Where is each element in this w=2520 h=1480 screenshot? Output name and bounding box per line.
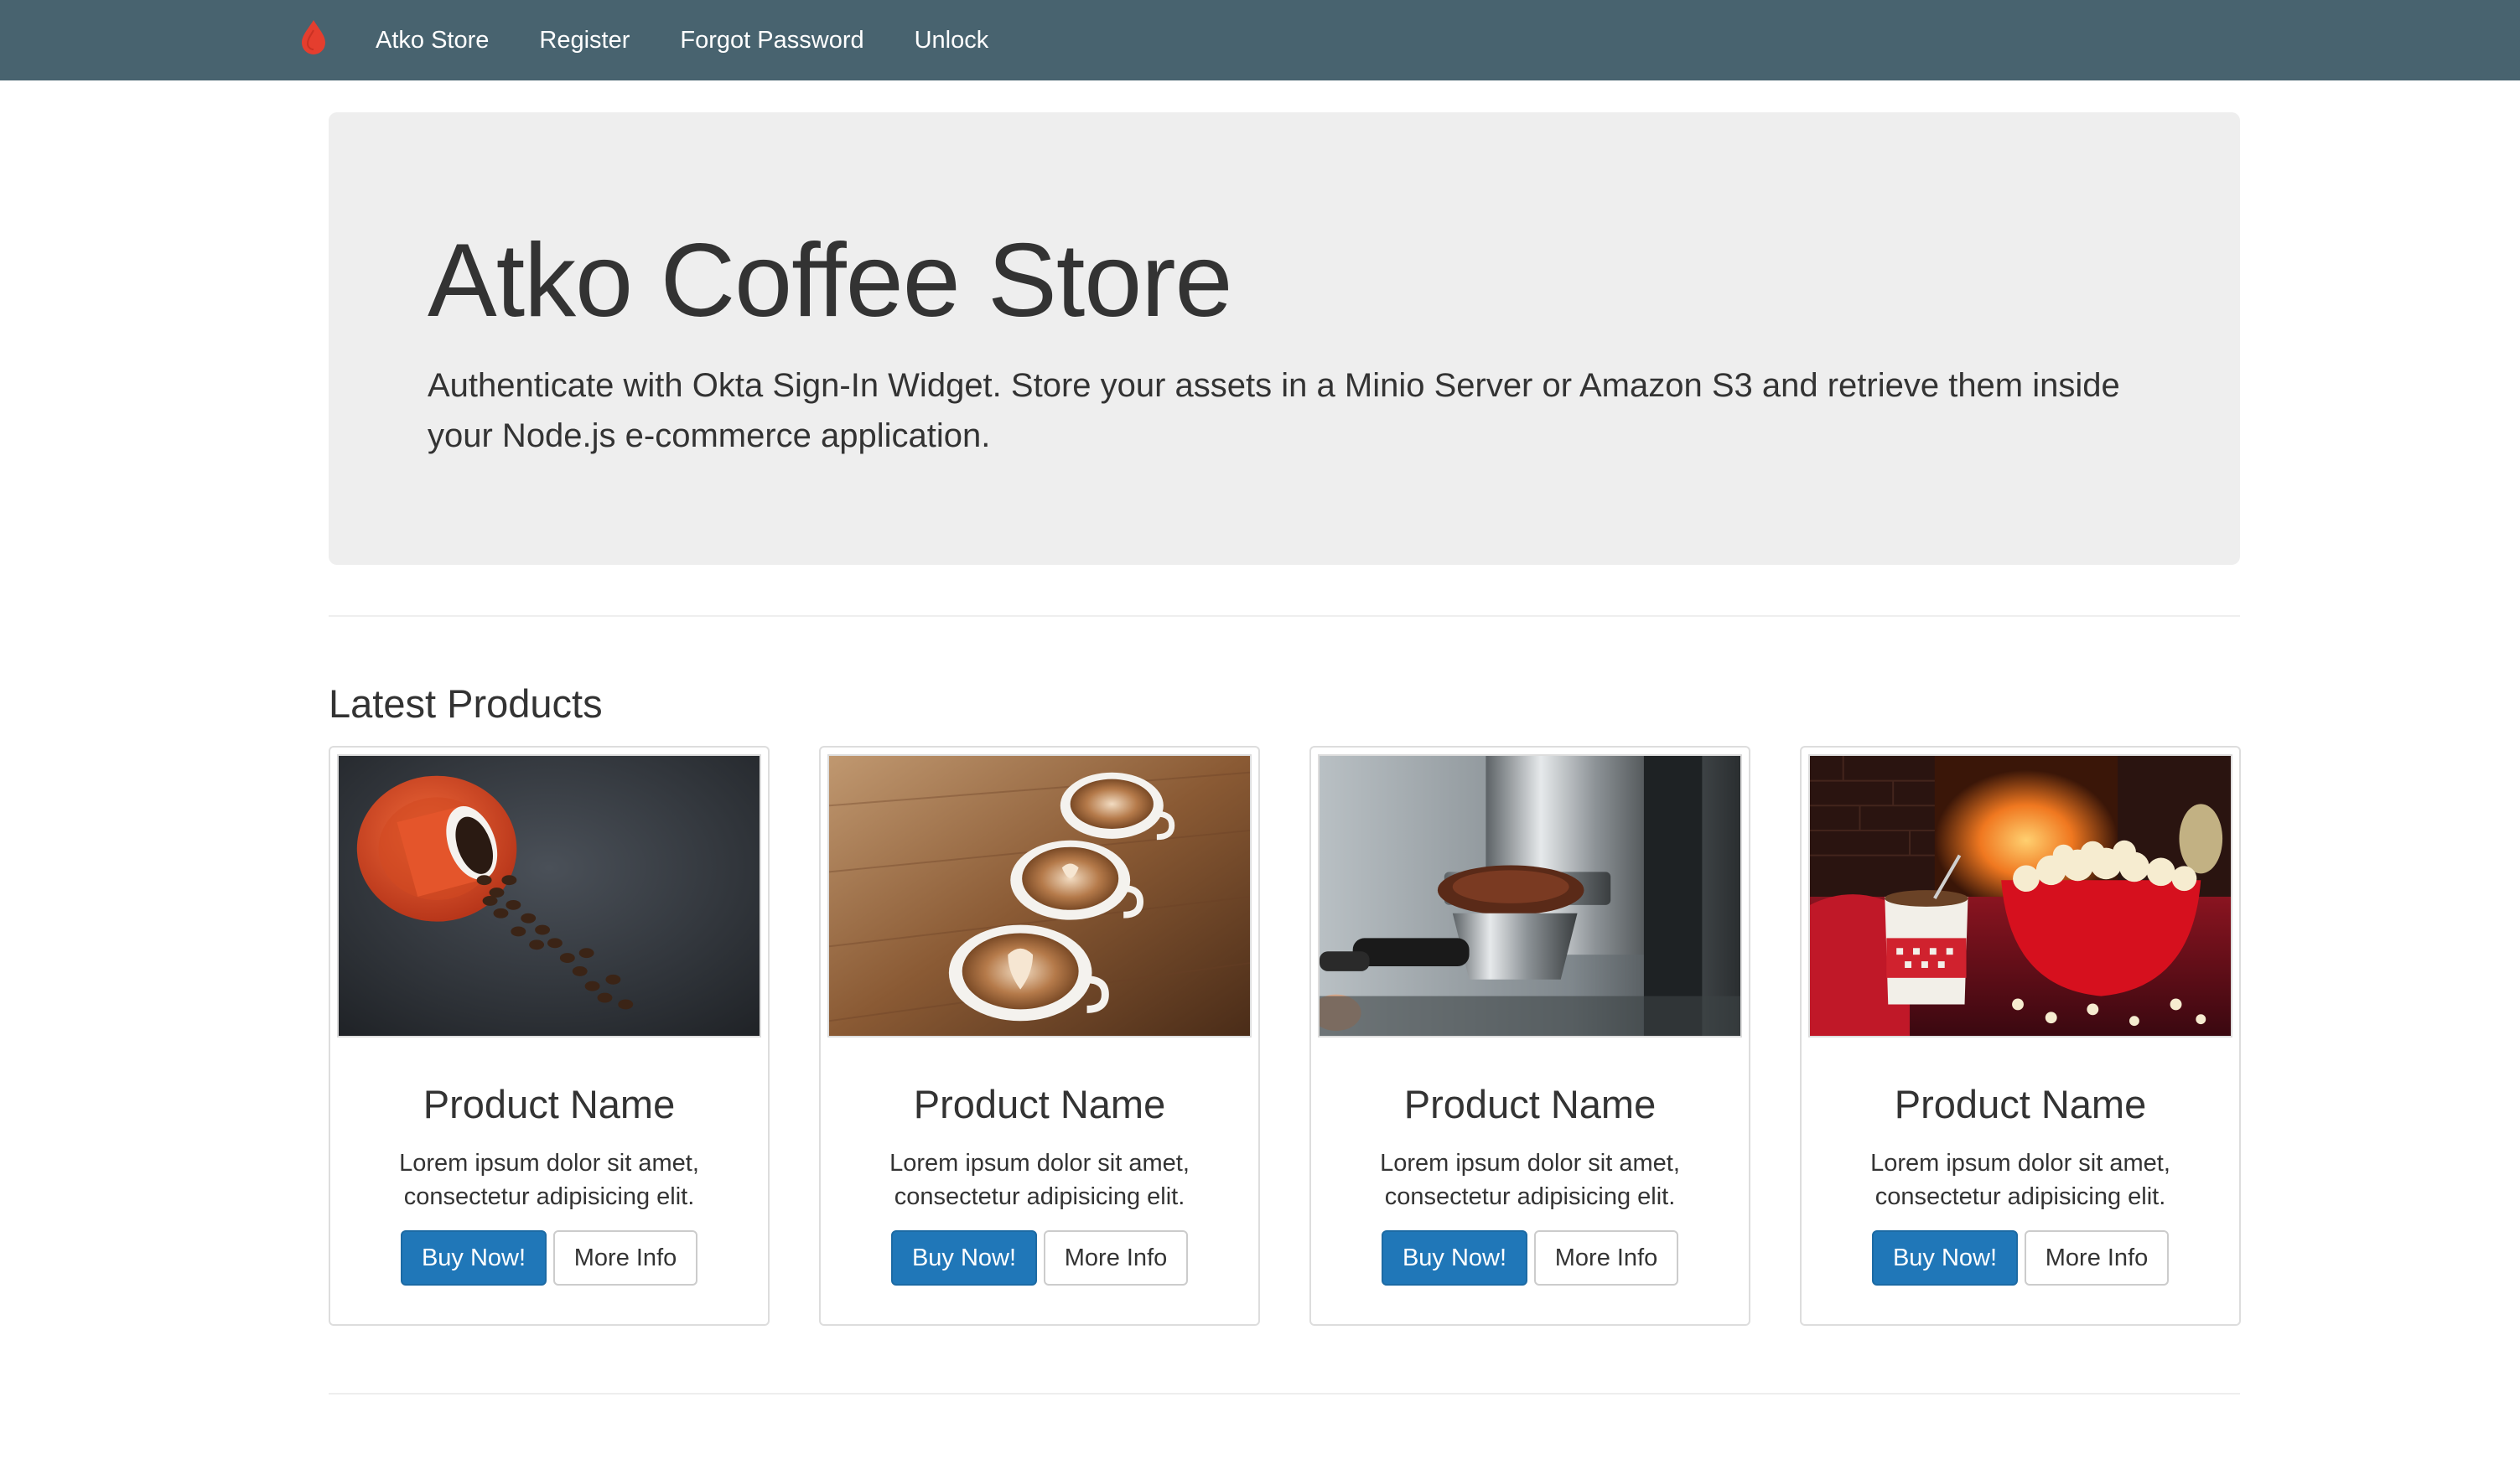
product-actions: Buy Now! More Info [1802, 1230, 2239, 1286]
product-description: Lorem ipsum dolor sit amet, consectetur … [1380, 1150, 1680, 1210]
product-image[interactable] [337, 754, 761, 1038]
drop-icon[interactable] [298, 18, 329, 55]
product-name: Product Name [1403, 1082, 1657, 1126]
product-actions: Buy Now! More Info [1311, 1230, 1749, 1286]
product-image[interactable] [827, 754, 1252, 1038]
product-name: Product Name [913, 1082, 1166, 1126]
latte-art-cups-photo [829, 756, 1250, 1036]
product-image[interactable] [1808, 754, 2232, 1038]
product-card: Product Name Lorem ipsum dolor sit amet,… [1800, 746, 2241, 1326]
product-card: Product Name Lorem ipsum dolor sit amet,… [819, 746, 1260, 1326]
more-info-button[interactable]: More Info [553, 1230, 697, 1286]
spilled-coffee-beans-cup-photo [339, 756, 760, 1036]
product-description: Lorem ipsum dolor sit amet, consectetur … [889, 1150, 1190, 1210]
product-description: Lorem ipsum dolor sit amet, consectetur … [399, 1150, 699, 1210]
latest-products-heading: Latest Products [329, 681, 603, 726]
buy-now-button[interactable]: Buy Now! [1382, 1230, 1527, 1286]
buy-now-button[interactable]: Buy Now! [1872, 1230, 2018, 1286]
buy-now-button[interactable]: Buy Now! [401, 1230, 547, 1286]
product-description: Lorem ipsum dolor sit amet, consectetur … [1870, 1150, 2170, 1210]
nav-link-atko-store[interactable]: Atko Store [376, 27, 489, 54]
buy-now-button[interactable]: Buy Now! [891, 1230, 1037, 1286]
product-name: Product Name [1894, 1082, 2147, 1126]
product-name: Product Name [423, 1082, 676, 1126]
divider [329, 1393, 2240, 1395]
product-image[interactable] [1318, 754, 1742, 1038]
divider [329, 615, 2240, 617]
page-title: Atko Coffee Store [428, 223, 1232, 339]
product-actions: Buy Now! More Info [330, 1230, 768, 1286]
nav-link-forgot-password[interactable]: Forgot Password [680, 27, 863, 54]
product-card: Product Name Lorem ipsum dolor sit amet,… [329, 746, 770, 1326]
more-info-button[interactable]: More Info [2025, 1230, 2169, 1286]
more-info-button[interactable]: More Info [1044, 1230, 1188, 1286]
popcorn-bowl-fireplace-photo [1810, 756, 2231, 1036]
nav-link-register[interactable]: Register [539, 27, 630, 54]
nav-links: Atko Store Register Forgot Password Unlo… [376, 0, 1039, 80]
product-card: Product Name Lorem ipsum dolor sit amet,… [1309, 746, 1750, 1326]
top-navbar: Atko Store Register Forgot Password Unlo… [0, 0, 2520, 80]
product-actions: Buy Now! More Info [821, 1230, 1258, 1286]
hero-lead: Authenticate with Okta Sign-In Widget. S… [428, 367, 2120, 454]
more-info-button[interactable]: More Info [1534, 1230, 1678, 1286]
nav-link-unlock[interactable]: Unlock [915, 27, 989, 54]
espresso-machine-portafilter-photo [1320, 756, 1740, 1036]
hero-jumbotron: Atko Coffee Store Authenticate with Okta… [329, 112, 2240, 565]
